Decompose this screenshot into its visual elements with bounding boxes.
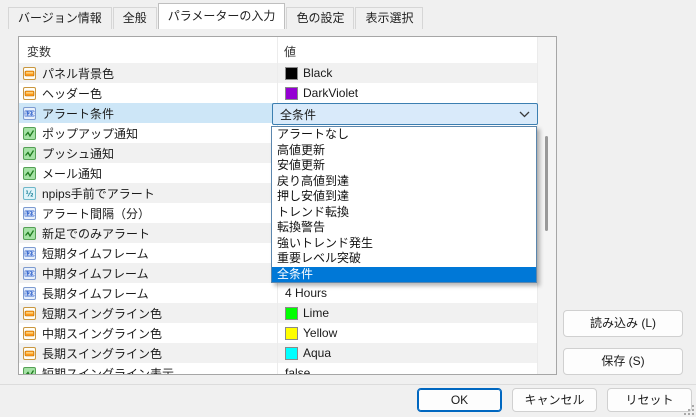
svg-text:123: 123 bbox=[24, 271, 35, 277]
svg-text:123: 123 bbox=[24, 251, 35, 257]
svg-text:123: 123 bbox=[24, 211, 35, 217]
row-value: Lime bbox=[303, 306, 329, 320]
dropdown-item[interactable]: 安値更新 bbox=[272, 158, 536, 174]
table-row[interactable]: 中期スイングライン色 Yellow bbox=[19, 323, 556, 343]
dropdown-item[interactable]: 強いトレンド発生 bbox=[272, 236, 536, 252]
row-label: 中期タイムフレーム bbox=[42, 265, 149, 282]
row-label: 短期スイングライン表示 bbox=[42, 365, 174, 376]
save-button[interactable]: 保存 (S) bbox=[563, 348, 683, 375]
color-swatch bbox=[285, 67, 298, 80]
row-label: アラート間隔（分） bbox=[42, 205, 150, 222]
table-row[interactable]: 短期スイングライン色 Lime bbox=[19, 303, 556, 323]
row-value: 4 Hours bbox=[285, 286, 327, 300]
svg-text:123: 123 bbox=[24, 291, 35, 297]
table-row[interactable]: パネル背景色 Black bbox=[19, 63, 556, 83]
table-scrollbar[interactable] bbox=[537, 37, 556, 374]
svg-text:123: 123 bbox=[24, 111, 35, 117]
integer-param-icon: 123 bbox=[23, 287, 36, 300]
color-param-icon bbox=[23, 87, 36, 100]
row-label: ポップアップ通知 bbox=[42, 125, 138, 142]
row-label: プッシュ通知 bbox=[42, 145, 114, 162]
dropdown-item[interactable]: 重要レベル突破 bbox=[272, 251, 536, 267]
load-button[interactable]: 読み込み (L) bbox=[563, 310, 683, 337]
ok-button[interactable]: OK bbox=[417, 388, 502, 412]
bool-param-icon bbox=[23, 227, 36, 240]
row-label: アラート条件 bbox=[42, 105, 114, 122]
bool-param-icon bbox=[23, 147, 36, 160]
row-label: npips手前でアラート bbox=[42, 185, 155, 202]
row-value-cell[interactable]: Aqua bbox=[278, 343, 545, 363]
double-param-icon: ½ bbox=[23, 187, 36, 200]
column-header-variable: 変数 bbox=[27, 43, 51, 60]
row-label: メール通知 bbox=[42, 165, 102, 182]
row-label: パネル背景色 bbox=[42, 65, 114, 82]
row-value-cell[interactable]: Black bbox=[278, 63, 545, 83]
dropdown-item[interactable]: アラートなし bbox=[272, 127, 536, 143]
combobox-value: 全条件 bbox=[280, 106, 316, 123]
cancel-button[interactable]: キャンセル bbox=[512, 388, 597, 412]
color-swatch bbox=[285, 87, 298, 100]
bool-param-icon bbox=[23, 167, 36, 180]
row-label: 長期タイムフレーム bbox=[42, 285, 149, 302]
indicator-properties-dialog: { "tabs": { "items": [ {"label": "バージョン情… bbox=[0, 0, 696, 417]
tab-3[interactable]: 色の設定 bbox=[286, 7, 354, 29]
integer-param-icon: 123 bbox=[23, 207, 36, 220]
scrollbar-thumb[interactable] bbox=[545, 136, 548, 231]
table-header: 変数 値 bbox=[19, 37, 556, 63]
tab-0[interactable]: バージョン情報 bbox=[8, 7, 112, 29]
integer-param-icon: 123 bbox=[23, 267, 36, 280]
bool-param-icon bbox=[23, 127, 36, 140]
row-label: 新足でのみアラート bbox=[42, 225, 150, 242]
color-param-icon bbox=[23, 327, 36, 340]
dropdown-item-selected[interactable]: 全条件 bbox=[272, 267, 536, 283]
chevron-down-icon[interactable] bbox=[519, 111, 530, 118]
table-row[interactable]: ヘッダー色 DarkViolet bbox=[19, 83, 556, 103]
dropdown-item[interactable]: 押し安値到達 bbox=[272, 189, 536, 205]
alert-condition-combobox[interactable]: 全条件 bbox=[272, 103, 538, 125]
row-value: Black bbox=[303, 66, 332, 80]
table-row[interactable]: 短期スイングライン表示 false bbox=[19, 363, 556, 375]
bool-param-icon bbox=[23, 367, 36, 376]
tab-2-active[interactable]: パラメーターの入力 bbox=[158, 3, 286, 29]
row-label: 中期スイングライン色 bbox=[42, 325, 162, 342]
dropdown-item[interactable]: 戻り高値到達 bbox=[272, 174, 536, 190]
svg-text:½: ½ bbox=[26, 189, 34, 198]
row-value: false bbox=[285, 366, 310, 375]
dropdown-item[interactable]: トレンド転換 bbox=[272, 205, 536, 221]
color-param-icon bbox=[23, 67, 36, 80]
table-row[interactable]: 長期スイングライン色 Aqua bbox=[19, 343, 556, 363]
dropdown-list: アラートなし高値更新安値更新戻り高値到達押し安値到達トレンド転換転換警告強いトレ… bbox=[271, 126, 537, 283]
row-value-cell[interactable]: 4 Hours bbox=[278, 283, 545, 303]
row-value: Yellow bbox=[303, 326, 337, 340]
row-value: Aqua bbox=[303, 346, 331, 360]
row-value-cell[interactable]: false bbox=[278, 363, 545, 375]
table-row[interactable]: 123 長期タイムフレーム 4 Hours bbox=[19, 283, 556, 303]
row-value-cell[interactable]: Lime bbox=[278, 303, 545, 323]
color-swatch bbox=[285, 307, 298, 320]
row-label: ヘッダー色 bbox=[42, 85, 102, 102]
row-label: 長期スイングライン色 bbox=[42, 345, 162, 362]
row-value: DarkViolet bbox=[303, 86, 358, 100]
footer-divider bbox=[0, 384, 696, 385]
resize-grip[interactable] bbox=[684, 405, 694, 415]
color-swatch bbox=[285, 327, 298, 340]
dropdown-item[interactable]: 転換警告 bbox=[272, 220, 536, 236]
row-value-cell[interactable]: Yellow bbox=[278, 323, 545, 343]
integer-param-icon: 123 bbox=[23, 247, 36, 260]
row-value-cell[interactable]: DarkViolet bbox=[278, 83, 545, 103]
color-swatch bbox=[285, 347, 298, 360]
reset-button[interactable]: リセット bbox=[607, 388, 692, 412]
tab-4[interactable]: 表示選択 bbox=[355, 7, 423, 29]
integer-param-icon: 123 bbox=[23, 107, 36, 120]
color-param-icon bbox=[23, 307, 36, 320]
tab-bar: バージョン情報全般パラメーターの入力色の設定表示選択 bbox=[8, 3, 424, 29]
column-header-value: 値 bbox=[284, 43, 296, 60]
tab-1[interactable]: 全般 bbox=[113, 7, 157, 29]
color-param-icon bbox=[23, 347, 36, 360]
row-label: 短期タイムフレーム bbox=[42, 245, 149, 262]
row-label: 短期スイングライン色 bbox=[42, 305, 162, 322]
dropdown-item[interactable]: 高値更新 bbox=[272, 143, 536, 159]
